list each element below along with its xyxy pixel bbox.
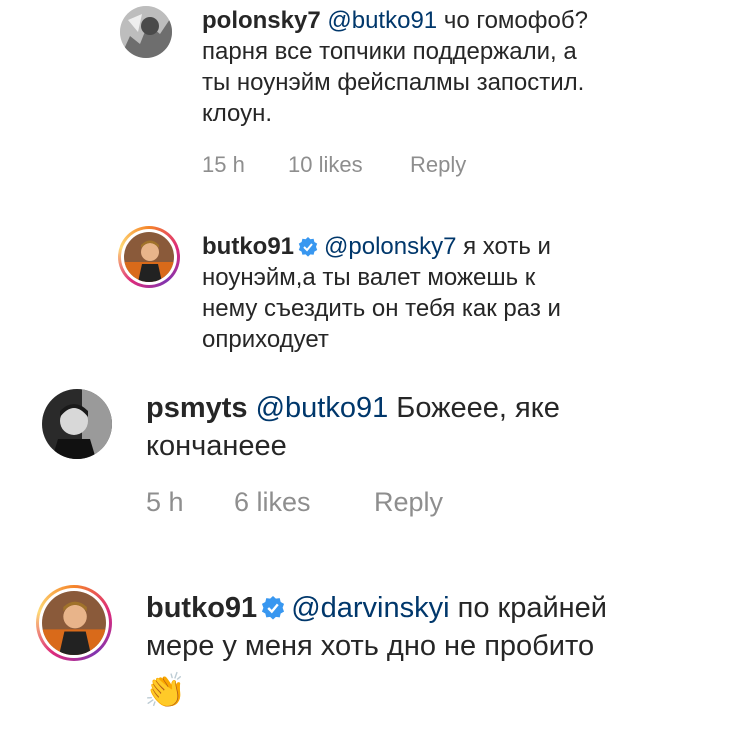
comment-body: кончанеее [146, 430, 287, 463]
comment-body: Божеее, яке [388, 392, 560, 424]
timestamp: 5 h [146, 487, 184, 517]
reply-button[interactable]: Reply [374, 487, 443, 518]
comment-text: butko91 @darvinskyi по крайней мере у мен… [146, 589, 716, 666]
comment-body: по крайней [449, 592, 607, 624]
likes-count[interactable]: 6 likes [234, 487, 374, 518]
username[interactable]: polonsky7 [202, 7, 321, 34]
avatar [42, 591, 106, 655]
avatar-photo [42, 591, 106, 655]
verified-badge-icon [262, 596, 285, 620]
timestamp: 15 h [202, 152, 245, 177]
likes-count[interactable]: 10 likes [288, 152, 410, 178]
comment-text: polonsky7 @butko91 чо гомофоб? парня все… [202, 6, 702, 130]
avatar-photo [42, 389, 112, 459]
avatar[interactable] [120, 6, 172, 58]
comment-body: клоун. [202, 99, 273, 127]
comment-psmyts: psmyts @butko91 Божеее, яке кончанеее 5 … [0, 375, 730, 535]
story-ring[interactable] [118, 226, 180, 288]
mention-link[interactable]: @butko91 [327, 7, 437, 34]
comment-body: нему съездить он тебя как раз и [202, 294, 561, 322]
avatar[interactable] [42, 389, 112, 459]
comment-body: я хоть и [456, 233, 551, 260]
avatar-photo [120, 6, 172, 58]
comment-butko91-reply: butko91 @polonsky7 я хоть и ноунэйм,а ты … [0, 220, 730, 370]
comment-body: ноунэйм,а ты валет можешь к [202, 263, 536, 291]
username[interactable]: psmyts [146, 392, 248, 424]
clapping-hands-icon: 👏 [144, 672, 187, 710]
comment-meta: 15 h 10 likes Reply [202, 152, 466, 178]
mention-link[interactable]: @polonsky7 [324, 233, 456, 260]
mention-link[interactable]: @darvinskyi [291, 592, 449, 624]
avatar [124, 232, 174, 282]
verified-badge-icon [298, 237, 318, 257]
comment-meta: 5 h 6 likes Reply [146, 487, 443, 518]
username[interactable]: butko91 [202, 233, 294, 260]
reply-button[interactable]: Reply [410, 152, 466, 178]
comment-butko91: butko91 @darvinskyi по крайней мере у мен… [0, 575, 730, 730]
comment-polonsky7: polonsky7 @butko91 чо гомофоб? парня все… [0, 0, 730, 190]
comment-body: парня все топчики поддержали, а [202, 37, 577, 65]
comment-body: мере у меня хоть дно не пробито [146, 630, 595, 663]
comment-body: оприходует [202, 325, 329, 353]
username[interactable]: butko91 [146, 592, 257, 624]
story-ring[interactable] [36, 585, 112, 661]
avatar-photo [124, 232, 174, 282]
comment-body: чо гомофоб? [437, 7, 588, 34]
comment-text: butko91 @polonsky7 я хоть и ноунэйм,а ты … [202, 232, 702, 356]
mention-link[interactable]: @butko91 [256, 392, 389, 424]
comment-body: ты ноунэйм фейспалмы запостил. [202, 68, 585, 96]
comment-text: psmyts @butko91 Божеее, яке кончанеее [146, 389, 706, 466]
